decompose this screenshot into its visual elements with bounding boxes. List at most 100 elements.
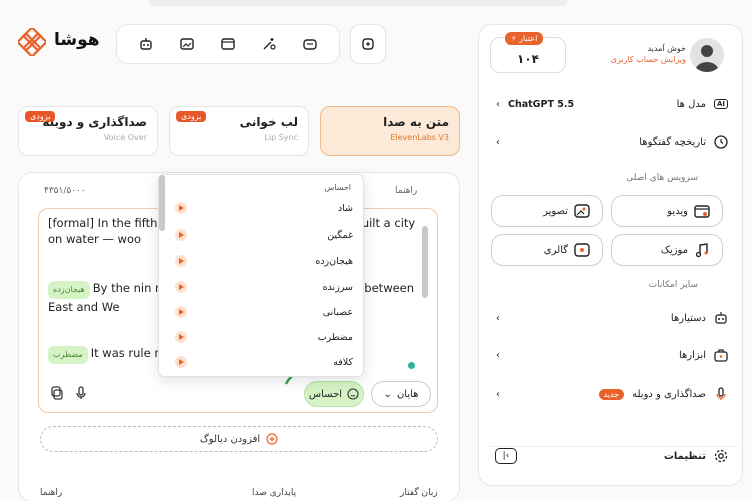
play-icon[interactable] <box>175 229 187 241</box>
chevron-left-icon: ‹ <box>496 349 500 361</box>
credit-badge: ⚡ اعتبار <box>505 32 544 45</box>
avatar[interactable] <box>690 38 724 72</box>
emotion-button[interactable]: احساس <box>304 381 364 407</box>
chevron-left-icon: ‹ <box>496 388 500 400</box>
gallery-icon <box>574 243 590 257</box>
image-edit-icon[interactable] <box>179 36 195 52</box>
ai-chip-icon: AI <box>713 99 728 109</box>
music-icon <box>695 243 708 258</box>
option-label: غمگین <box>327 229 353 241</box>
video-icon[interactable] <box>220 36 236 52</box>
soon-badge: بزودی <box>25 111 56 122</box>
logo-icon <box>18 28 46 56</box>
history-label: تاریخچه گفتگوها <box>639 136 706 148</box>
option-label: سرزنده <box>322 281 353 293</box>
play-icon[interactable] <box>175 255 187 267</box>
play-icon[interactable] <box>175 356 187 368</box>
play-icon[interactable] <box>175 202 187 214</box>
smile-icon <box>347 388 359 400</box>
emotion-option-excited[interactable]: هیجان‌زده <box>159 250 365 272</box>
welcome-text: خوش آمدید <box>647 44 686 53</box>
option-label: هیجان‌زده <box>315 255 353 267</box>
emotion-tag[interactable]: مضطرب <box>48 346 88 364</box>
copy-icon[interactable] <box>50 386 64 403</box>
char-counter: ۴۳۵۱/۵۰۰۰ <box>44 186 86 196</box>
service-video-button[interactable]: ویدیو <box>611 195 723 227</box>
option-label: کلافه <box>333 356 353 368</box>
emotion-option-angry[interactable]: عصبانی <box>159 301 365 323</box>
video-icon <box>694 205 710 218</box>
emotion-option-lively[interactable]: سرزنده <box>159 276 365 298</box>
option-label: عصبانی <box>322 306 353 318</box>
collapse-icon: |‹ <box>502 451 510 461</box>
dropdown-title: احساس <box>324 183 351 192</box>
tv-icon[interactable] <box>302 36 318 52</box>
option-label: مضطرب <box>317 331 353 343</box>
voice-select[interactable]: ⌄ هایان <box>371 381 431 407</box>
models-value: ChatGPT 5.5 <box>508 98 575 110</box>
bottom-guide-label[interactable]: راهنما <box>40 488 62 498</box>
edit-account-link[interactable]: ویرایش حساب کاربری <box>600 55 686 64</box>
mode-subtitle: ElevenLabs V3 <box>390 133 449 142</box>
microphone-icon[interactable] <box>74 386 88 403</box>
gear-icon <box>714 449 728 463</box>
play-icon[interactable] <box>175 281 187 293</box>
chevron-left-icon: ‹ <box>496 312 500 324</box>
mode-title: متن به صدا <box>383 115 449 129</box>
service-label: گالری <box>543 244 568 256</box>
mode-lip-sync[interactable]: بزودی لب خوانی Lip Sync <box>169 106 309 156</box>
service-music-button[interactable]: موزیک <box>611 234 723 266</box>
emotion-tag[interactable]: هیجان‌زده <box>48 281 90 299</box>
option-label: شاد <box>337 202 353 214</box>
service-gallery-button[interactable]: گالری <box>491 234 603 266</box>
sidebar-item-assistants[interactable]: ‹ دستیارها <box>496 307 728 329</box>
status-dot <box>408 362 415 369</box>
editor-scrollbar[interactable] <box>422 226 428 298</box>
emotion-option-frustrated[interactable]: کلافه <box>159 351 365 373</box>
emotion-option-anxious[interactable]: مضطرب <box>159 326 365 348</box>
mode-text-to-speech[interactable]: متن به صدا ElevenLabs V3 <box>320 106 460 156</box>
dubbing-label: صداگذاری و دوبله <box>632 388 706 400</box>
sidebar-item-dubbing[interactable]: ‹ جدید صداگذاری و دوبله <box>496 383 728 405</box>
browser-top-bar <box>148 0 568 6</box>
robot-icon[interactable] <box>138 36 154 52</box>
sidebar-item-models[interactable]: ‹ ChatGPT 5.5 مدل ها AI <box>496 93 728 115</box>
guide-link[interactable]: راهنما <box>395 186 417 196</box>
play-icon[interactable] <box>175 331 187 343</box>
play-icon[interactable] <box>175 306 187 318</box>
tool-bar <box>116 24 340 64</box>
collapse-sidebar-button[interactable]: |‹ <box>495 448 517 464</box>
tools-label: ابزارها <box>678 349 706 361</box>
sidebar-item-tools[interactable]: ‹ ابزارها <box>496 344 728 366</box>
new-badge: جدید <box>598 388 625 400</box>
magic-icon[interactable] <box>261 36 277 52</box>
mode-subtitle: Voice Over <box>103 133 147 142</box>
service-label: تصویر <box>543 205 568 217</box>
add-dialog-button[interactable]: افزودن دیالوگ <box>40 426 438 452</box>
robot-icon <box>715 312 727 324</box>
emotion-dropdown: احساس شاد غمگین هیجان‌زده سرزنده عصبانی … <box>158 174 364 377</box>
service-label: ویدیو <box>667 205 688 217</box>
add-dialog-label: افزودن دیالوگ <box>199 433 261 445</box>
emotion-label: احساس <box>308 388 343 400</box>
image-icon <box>574 204 590 218</box>
mode-subtitle: Lip Sync <box>264 133 298 142</box>
emotion-option-sad[interactable]: غمگین <box>159 224 365 246</box>
microphone-icon <box>716 387 726 400</box>
credit-label: اعتبار <box>519 34 538 43</box>
chevron-left-icon: ‹ <box>496 98 500 110</box>
soon-badge: بزودی <box>176 111 207 122</box>
sidebar-item-settings[interactable]: تنظیمات <box>600 445 728 467</box>
extension-button[interactable] <box>350 24 386 64</box>
credit-value: ۱۰۴ <box>517 52 539 66</box>
mode-voice-over[interactable]: بزودی صداگذاری و دوبله Voice Over <box>18 106 158 156</box>
emotion-option-happy[interactable]: شاد <box>159 197 365 219</box>
sidebar-item-history[interactable]: ‹ تاریخچه گفتگوها <box>496 131 728 153</box>
voice-label: هایان <box>396 388 419 400</box>
service-image-button[interactable]: تصویر <box>491 195 603 227</box>
fade-overlay <box>480 418 742 440</box>
credit-box[interactable]: ⚡ اعتبار ۱۰۴ <box>490 32 566 73</box>
service-label: موزیک <box>660 244 688 256</box>
speech-language-label: زبان گفتار <box>400 488 438 498</box>
settings-label: تنظیمات <box>663 450 706 462</box>
